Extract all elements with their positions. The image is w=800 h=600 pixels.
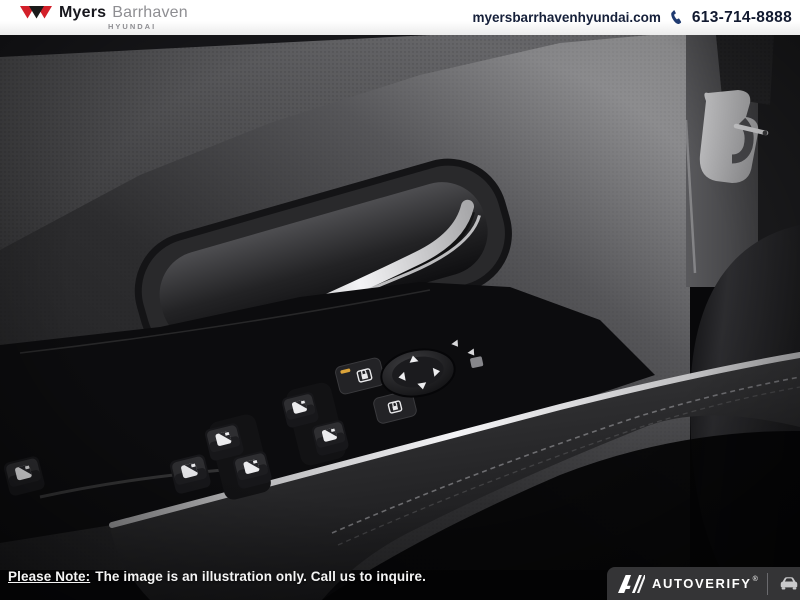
dealer-website: myersbarrhavenhyundai.com [473,10,661,25]
photo-vignette [0,35,800,600]
disclaimer-text: The image is an illustration only. Call … [95,569,426,584]
car-icon [778,576,800,591]
door-panel-photo [0,35,800,600]
disclaimer-label: Please Note: [8,569,90,584]
dealer-name-light: Barrhaven [112,5,188,21]
vehicle-listing-image: Myers Barrhaven HYUNDAI myersbarrhavenhy… [0,0,800,600]
autoverify-badge: AUTOVERIFY® [607,567,800,600]
dealer-phone: 613-714-8888 [692,9,792,27]
dealer-logo: Myers Barrhaven HYUNDAI [20,5,188,31]
dealer-sub-brand: HYUNDAI [108,23,188,31]
dealer-contact: myersbarrhavenhyundai.com 613-714-8888 [473,0,792,35]
dealer-name-bold: Myers [59,5,106,21]
badge-divider [767,573,768,595]
disclaimer-note: Please Note: The image is an illustration… [8,569,426,584]
myers-logo-mark [20,6,53,20]
autoverify-brand-text: AUTOVERIFY [652,576,752,591]
phone-icon [668,9,685,26]
dealer-header-banner: Myers Barrhaven HYUNDAI myersbarrhavenhy… [0,0,800,35]
registered-mark: ® [753,576,758,583]
autoverify-logo [618,573,645,595]
